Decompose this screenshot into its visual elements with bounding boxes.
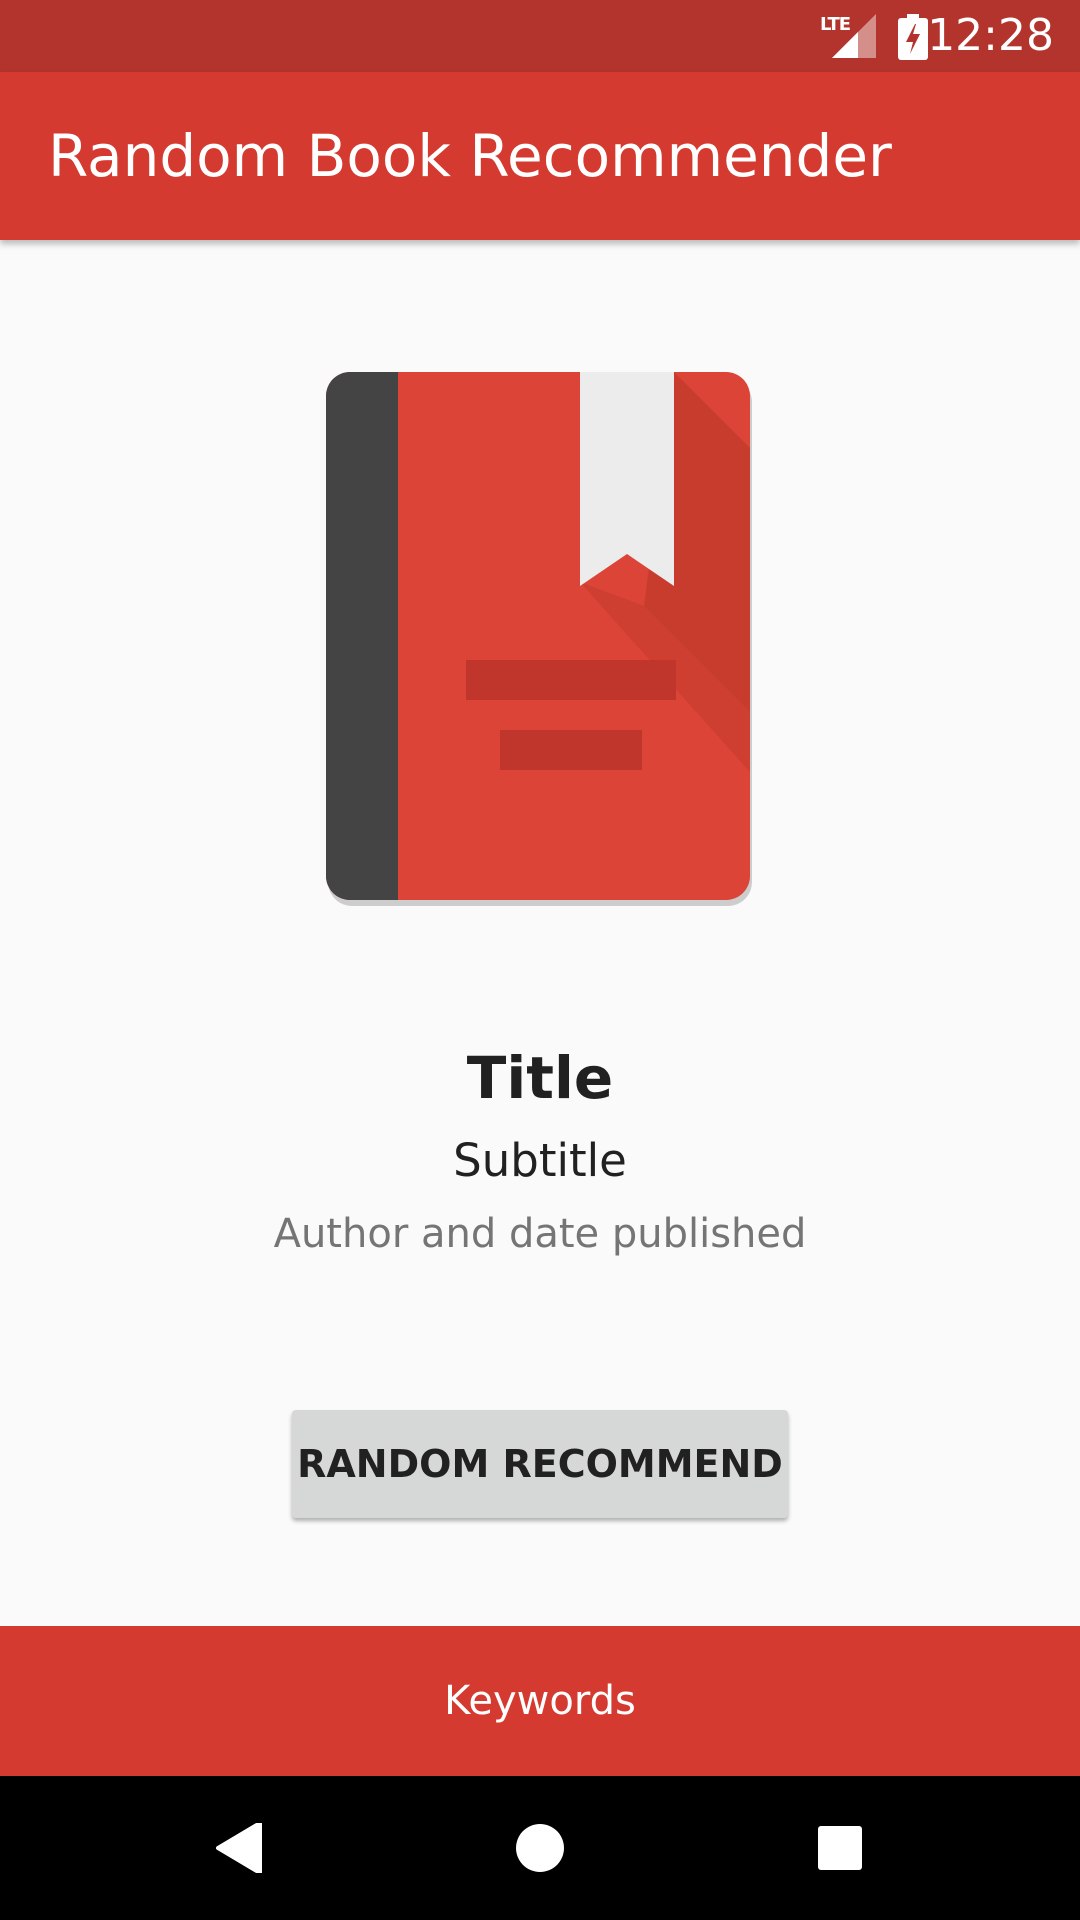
random-recommend-button[interactable]: RANDOM RECOMMEND (292, 1410, 788, 1518)
back-icon (216, 1823, 262, 1873)
book-author-date: Author and date published (273, 1211, 807, 1257)
status-time: 12:28 (927, 10, 1054, 61)
app-title: Random Book Recommender (48, 122, 892, 190)
lte-signal-icon (832, 14, 876, 58)
home-icon (516, 1824, 564, 1872)
status-bar: LTE 12:28 (0, 0, 1080, 72)
home-button[interactable] (460, 1776, 620, 1920)
book-title: Title (466, 1044, 614, 1112)
recents-button[interactable] (760, 1776, 920, 1920)
navigation-bar (0, 1776, 1080, 1920)
keywords-label: Keywords (444, 1678, 636, 1724)
keywords-button[interactable]: Keywords (0, 1626, 1080, 1776)
recents-icon (818, 1826, 862, 1870)
app-bar: Random Book Recommender (0, 72, 1080, 240)
back-button[interactable] (160, 1776, 320, 1920)
battery-charging-icon (898, 14, 928, 60)
book-icon (326, 372, 752, 906)
book-subtitle: Subtitle (453, 1134, 627, 1187)
